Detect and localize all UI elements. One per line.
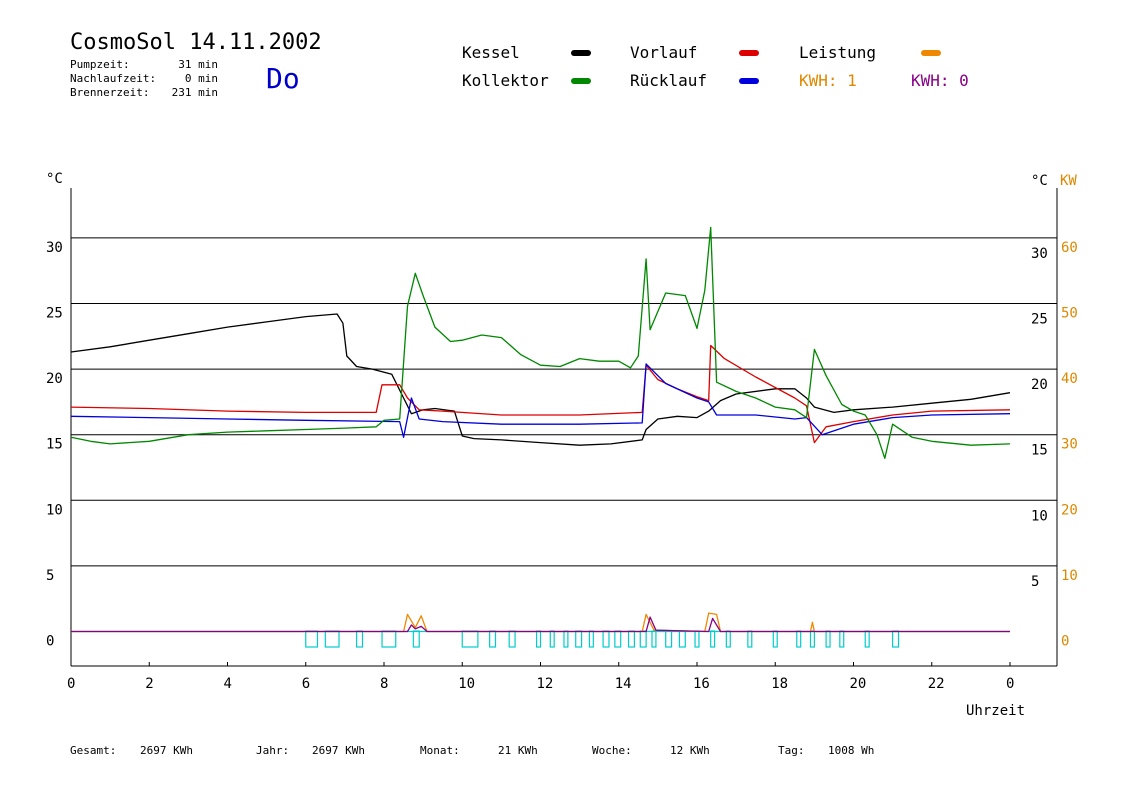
pump-pulse <box>489 630 497 648</box>
x-tick-label: 4 <box>224 676 232 692</box>
pump-pulse <box>535 630 542 648</box>
y-tick-label-power: 30 <box>1061 437 1078 453</box>
y-tick-label-right: 30 <box>1031 246 1048 262</box>
x-tick-label: 14 <box>615 676 632 692</box>
pump-pulse <box>796 630 802 648</box>
pump-pulse <box>461 630 479 648</box>
y-tick-label-right: 15 <box>1031 443 1048 459</box>
y-tick-label-right: 20 <box>1031 377 1048 393</box>
pump-pulse <box>588 630 594 648</box>
series-line-leistung <box>71 612 1010 633</box>
summary-value: 2697 KWh <box>312 744 365 757</box>
series-line-kessel <box>70 313 1011 446</box>
pump-pulse <box>549 630 555 648</box>
x-tick-label: 16 <box>693 676 710 692</box>
y-tick-label-power: 60 <box>1061 240 1078 256</box>
pump-pulse <box>639 630 647 648</box>
y-tick-label-left: 20 <box>46 371 63 387</box>
summary-label: Gesamt: <box>70 744 117 757</box>
y-tick-label-right: 25 <box>1031 312 1048 328</box>
temperature-chart: °C °C KW0510152025305101520253001020304050… <box>46 171 1078 719</box>
pump-pulse <box>563 630 569 648</box>
pump-pulse <box>772 630 778 648</box>
pump-pulse <box>725 630 731 648</box>
summary-value: 2697 KWh <box>140 744 193 757</box>
summary-value: 12 KWh <box>670 744 710 757</box>
y-tick-label-left: 10 <box>46 502 63 518</box>
pump-pulse <box>892 630 900 648</box>
y-tick-label-left: 5 <box>46 568 54 584</box>
pump-pulse <box>575 630 583 648</box>
summary-label: Monat: <box>420 744 460 757</box>
y-axis-unit-right: °C <box>1031 173 1048 189</box>
series-line-vorlauf <box>70 344 1011 444</box>
y-tick-label-left: 0 <box>46 634 54 650</box>
y-tick-label-right: 5 <box>1031 574 1039 590</box>
summary-label: Jahr: <box>256 744 290 757</box>
x-tick-label: 22 <box>928 676 945 692</box>
series-line-kwh-0 <box>71 616 1010 633</box>
pump-pulse <box>678 630 686 648</box>
summary-value: 21 KWh <box>498 744 538 757</box>
pump-pulse <box>508 630 516 648</box>
summary-label: Woche: <box>592 744 632 757</box>
pump-pulse <box>665 630 673 648</box>
pump-pulse <box>809 630 815 648</box>
x-tick-label: 6 <box>302 676 310 692</box>
x-tick-label: 8 <box>380 676 388 692</box>
y-tick-label-left: 15 <box>46 437 63 453</box>
pump-pulse <box>614 630 622 648</box>
summary-label: Tag: <box>778 744 805 757</box>
x-tick-label: 0 <box>1006 676 1014 692</box>
y-tick-label-left: 30 <box>46 240 63 256</box>
x-tick-label: 12 <box>537 676 554 692</box>
y-tick-label-power: 0 <box>1061 634 1069 650</box>
pump-pulse <box>412 630 420 648</box>
y-tick-label-left: 25 <box>46 306 63 322</box>
pump-pulse <box>747 630 753 648</box>
summary-value: 1008 Wh <box>828 744 875 757</box>
pump-pulse <box>305 630 319 648</box>
x-tick-label: 0 <box>67 676 75 692</box>
pump-pulse <box>839 630 845 648</box>
pump-pulse <box>694 630 700 648</box>
y-tick-label-right: 10 <box>1031 508 1048 524</box>
x-tick-label: 2 <box>145 676 153 692</box>
pump-pulse <box>651 630 657 648</box>
y-axis-unit-left: °C <box>46 171 63 187</box>
x-axis-label: Uhrzeit <box>966 703 1025 719</box>
y-tick-label-power: 50 <box>1061 306 1078 322</box>
y-tick-label-power: 10 <box>1061 568 1078 584</box>
pump-pulse <box>602 630 610 648</box>
x-tick-label: 18 <box>771 676 788 692</box>
x-tick-label: 10 <box>458 676 475 692</box>
x-tick-label: 20 <box>850 676 867 692</box>
pump-pulse <box>710 630 716 648</box>
pump-pulse <box>627 630 636 648</box>
pump-pulse <box>825 630 831 648</box>
pump-pulse <box>381 630 397 648</box>
y-axis-unit-power: KW <box>1060 173 1077 189</box>
series-line-r-cklauf <box>70 363 1011 438</box>
pump-pulse <box>324 630 340 648</box>
y-tick-label-power: 20 <box>1061 502 1078 518</box>
y-tick-label-power: 40 <box>1061 371 1078 387</box>
pump-pulse <box>356 630 364 648</box>
pump-pulse <box>864 630 870 648</box>
